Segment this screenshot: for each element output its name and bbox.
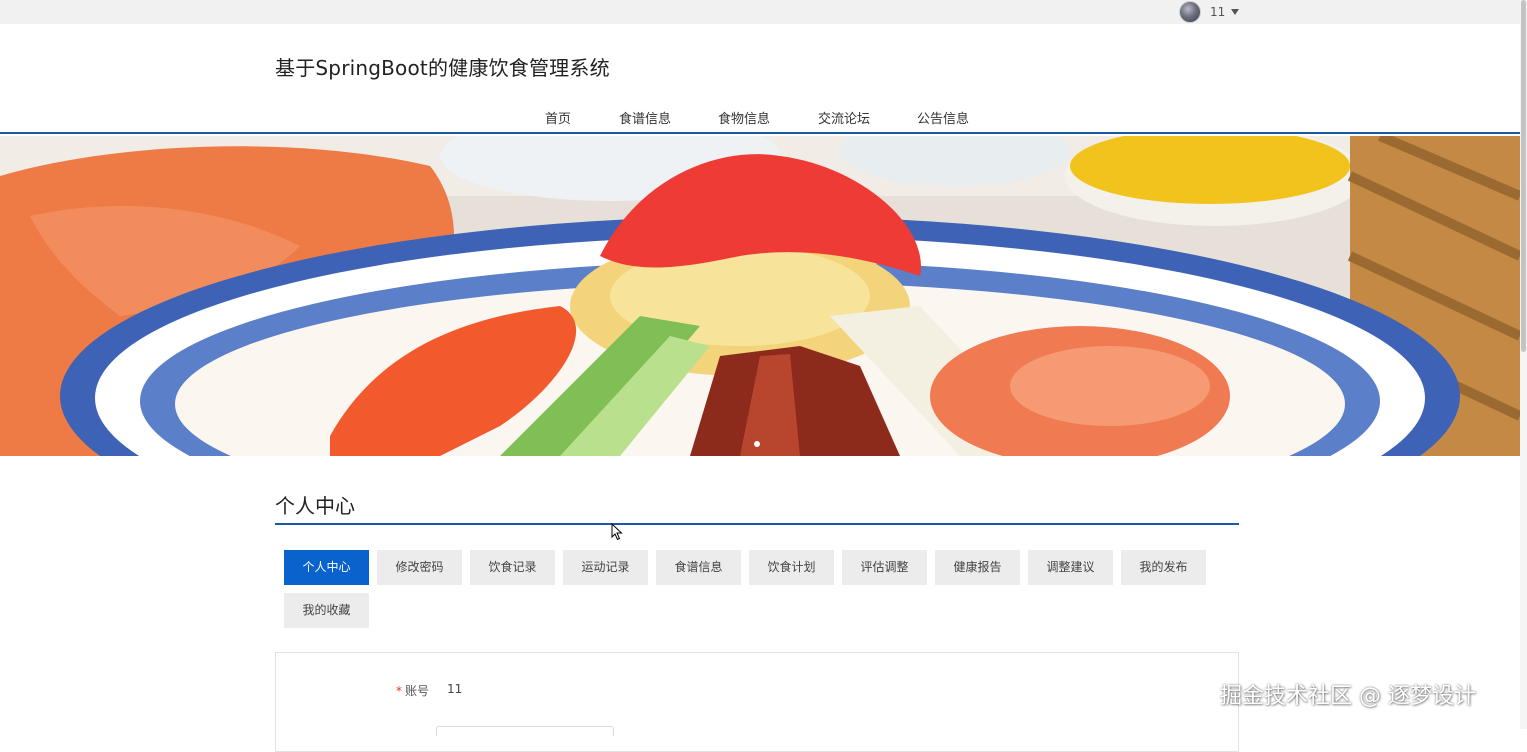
section-title: 个人中心	[275, 494, 355, 518]
nav-item-recipes[interactable]: 食谱信息	[619, 108, 671, 127]
banner-next-arrow[interactable]: ›	[1210, 284, 1230, 310]
tab-recipe-info[interactable]: 食谱信息	[656, 550, 741, 585]
tab-assessment[interactable]: 评估调整	[842, 550, 927, 585]
site-title: 基于SpringBoot的健康饮食管理系统	[275, 56, 610, 80]
banner-prev-arrow[interactable]: ‹	[283, 284, 303, 310]
tab-diet-records[interactable]: 饮食记录	[470, 550, 555, 585]
tab-exercise-records[interactable]: 运动记录	[563, 550, 648, 585]
main-nav: 首页 食谱信息 食物信息 交流论坛 公告信息	[0, 104, 1520, 134]
tab-personal-center[interactable]: 个人中心	[284, 550, 369, 585]
section-divider	[275, 523, 1239, 525]
nav-item-announcements[interactable]: 公告信息	[917, 108, 969, 127]
nav-item-home[interactable]: 首页	[545, 108, 571, 127]
tab-diet-plan[interactable]: 饮食计划	[749, 550, 834, 585]
tab-my-favorites[interactable]: 我的收藏	[284, 593, 369, 628]
watermark: 掘金技术社区 @ 逐梦设计	[1220, 684, 1476, 709]
user-avatar[interactable]	[1179, 1, 1201, 23]
page-scrollbar[interactable]	[1520, 0, 1527, 729]
password-field[interactable]	[436, 726, 614, 736]
required-mark: *	[396, 684, 402, 698]
banner-image	[0, 136, 1520, 456]
account-value: 11	[447, 682, 463, 696]
mouse-cursor-icon	[611, 523, 623, 541]
banner-indicator-dot[interactable]	[754, 441, 760, 447]
chevron-down-icon[interactable]	[1231, 9, 1240, 15]
nav-item-forum[interactable]: 交流论坛	[818, 108, 870, 127]
scrollbar-thumb[interactable]	[1521, 0, 1526, 352]
user-menu[interactable]: 11	[1179, 1, 1240, 23]
user-name[interactable]: 11	[1210, 5, 1225, 19]
tab-change-password[interactable]: 修改密码	[377, 550, 462, 585]
account-label-text: 账号	[405, 684, 430, 698]
top-user-bar: 11	[0, 0, 1520, 24]
tab-adjust-advice[interactable]: 调整建议	[1028, 550, 1113, 585]
profile-form-card	[275, 652, 1239, 752]
nav-item-foods[interactable]: 食物信息	[718, 108, 770, 127]
tab-health-report[interactable]: 健康报告	[935, 550, 1020, 585]
tab-my-posts[interactable]: 我的发布	[1121, 550, 1206, 585]
account-label: * 账号	[396, 682, 429, 699]
banner-carousel	[0, 136, 1520, 456]
